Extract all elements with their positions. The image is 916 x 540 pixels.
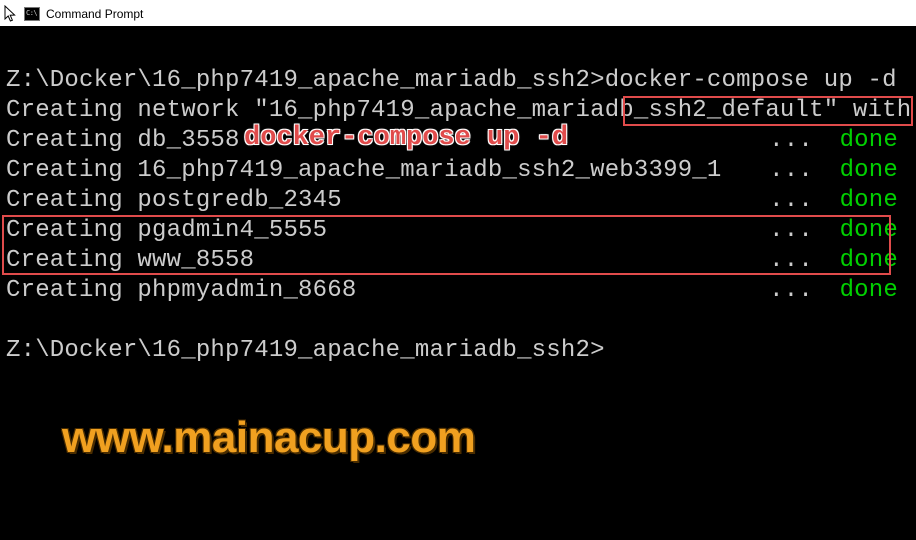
prompt-path: Z:\Docker\16_php7419_apache_mariadb_ssh2… <box>6 337 605 364</box>
typed-command: docker-compose up -d <box>605 67 897 94</box>
service-text: Creating www_8558 <box>6 246 254 276</box>
service-text: Creating phpmyadmin_8668 <box>6 276 356 306</box>
network-create-line: Creating network "16_php7419_apache_mari… <box>0 96 916 126</box>
service-text: Creating postgredb_2345 <box>6 186 342 216</box>
cursor-icon <box>4 5 18 23</box>
status-dots: ... <box>769 247 813 274</box>
service-row: Creating db_3558 ... done <box>0 126 916 156</box>
service-text: Creating pgadmin4_5555 <box>6 216 327 246</box>
status-dots: ... <box>769 277 813 304</box>
status-done: done <box>840 187 898 214</box>
command-prompt-window: Command Prompt Z:\Docker\16_php7419_apac… <box>0 0 916 540</box>
service-row: Creating www_8558 ... done <box>0 246 916 276</box>
terminal-viewport[interactable]: Z:\Docker\16_php7419_apache_mariadb_ssh2… <box>0 26 916 540</box>
status-done: done <box>840 217 898 244</box>
service-text: Creating db_3558 <box>6 126 240 156</box>
prompt-line-2: Z:\Docker\16_php7419_apache_mariadb_ssh2… <box>0 336 916 366</box>
status-done: done <box>840 277 898 304</box>
prompt-path: Z:\Docker\16_php7419_apache_mariadb_ssh2… <box>6 67 605 94</box>
window-title: Command Prompt <box>46 7 143 21</box>
titlebar[interactable]: Command Prompt <box>0 0 916 26</box>
watermark-text: www.mainacup.com <box>62 423 475 453</box>
service-row: Creating postgredb_2345 ... done <box>0 186 916 216</box>
status-dots: ... <box>769 127 813 154</box>
service-text: Creating 16_php7419_apache_mariadb_ssh2_… <box>6 156 722 186</box>
service-row: Creating 16_php7419_apache_mariadb_ssh2_… <box>0 156 916 186</box>
cmd-icon <box>24 7 40 21</box>
service-row: Creating pgadmin4_5555 ... done <box>0 216 916 246</box>
status-done: done <box>840 247 898 274</box>
status-done: done <box>840 157 898 184</box>
status-dots: ... <box>769 187 813 214</box>
status-dots: ... <box>769 217 813 244</box>
status-dots: ... <box>769 157 813 184</box>
blank-line <box>0 306 916 336</box>
service-row: Creating phpmyadmin_8668 ... done <box>0 276 916 306</box>
status-done: done <box>840 127 898 154</box>
prompt-line-1: Z:\Docker\16_php7419_apache_mariadb_ssh2… <box>0 66 916 96</box>
